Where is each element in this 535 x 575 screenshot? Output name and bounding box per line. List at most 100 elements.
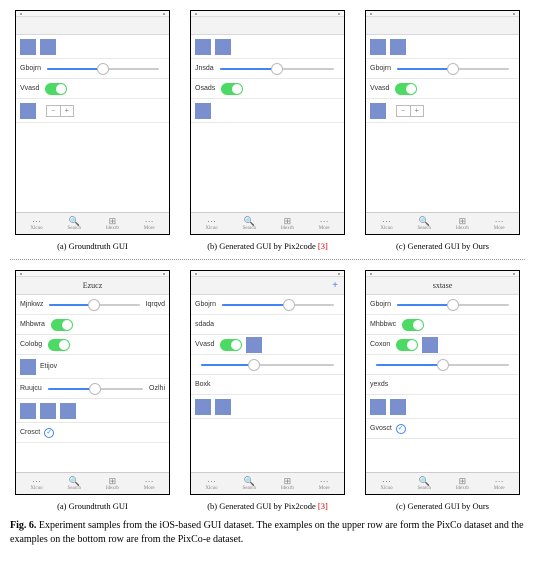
stepper[interactable]: −+ xyxy=(396,105,424,117)
tab-icon: ⊞ xyxy=(457,216,467,226)
tab-item[interactable]: ⊞Idexrb xyxy=(281,216,294,231)
slider[interactable] xyxy=(222,304,334,306)
row-label: Vvasd xyxy=(195,341,214,348)
tab-item[interactable]: ⊞Idexrb xyxy=(456,476,469,491)
row-label: Vvasd xyxy=(370,85,389,92)
tab-item[interactable]: 🔍Search xyxy=(242,476,256,491)
image-thumb xyxy=(390,39,406,55)
tab-item[interactable]: ⋯More xyxy=(144,476,155,491)
col-r1a: GbojrnVvasd−+ ⋯Xlcuo🔍Search⊞Idexrb⋯More … xyxy=(10,10,175,251)
tab-label: Search xyxy=(67,486,81,491)
tab-label: Idexrb xyxy=(281,486,294,491)
image-thumb xyxy=(422,337,438,353)
stepper-minus[interactable]: − xyxy=(397,106,411,116)
tab-bar: ⋯Xlcuo 🔍Search ⊞Idexrb ⋯More xyxy=(16,212,169,234)
toggle-switch[interactable] xyxy=(396,339,418,351)
figure-top-row: GbojrnVvasd−+ ⋯Xlcuo🔍Search⊞Idexrb⋯More … xyxy=(10,10,525,251)
image-thumb xyxy=(20,359,36,375)
tab-item[interactable]: ⋯More xyxy=(144,216,155,231)
tab-item[interactable]: 🔍Search xyxy=(417,216,431,231)
tab-item[interactable]: 🔍Search xyxy=(67,216,81,231)
row-label: Crosct xyxy=(20,429,40,436)
row-label-left: Ruujcu xyxy=(20,385,42,392)
slider[interactable] xyxy=(397,68,509,70)
tab-item[interactable]: ⊞Idexrb xyxy=(106,476,119,491)
image-thumb xyxy=(370,399,386,415)
slider[interactable] xyxy=(47,68,159,70)
toggle-switch[interactable] xyxy=(48,339,70,351)
tab-label: Search xyxy=(242,486,256,491)
slider[interactable] xyxy=(49,304,139,306)
tab-item[interactable]: ⋯Xlcuo xyxy=(30,476,42,491)
slider[interactable] xyxy=(201,364,334,366)
tab-label: Search xyxy=(242,226,256,231)
phone-body: GbojrnsdadaVvasdBoxk xyxy=(191,295,344,472)
nav-bar: Ezucz xyxy=(16,277,169,295)
toggle-switch[interactable] xyxy=(221,83,243,95)
col-r2c: sxtase GbojrnMhbbwcCoxonyexdsGvosct ⋯Xlc… xyxy=(360,270,525,511)
tab-icon: ⋯ xyxy=(382,476,392,486)
stepper-plus[interactable]: + xyxy=(61,106,74,116)
phone-r2b: + GbojrnsdadaVvasdBoxk ⋯Xlcuo 🔍Search ⊞Ide… xyxy=(190,270,345,495)
stepper-plus[interactable]: + xyxy=(411,106,424,116)
phone-body: MjnkwzIqrqvdMhbwraColobgEtijovRuujcuOzlh… xyxy=(16,295,169,472)
slider[interactable] xyxy=(397,304,509,306)
radio-check-icon[interactable] xyxy=(44,428,54,438)
image-thumb xyxy=(215,39,231,55)
tab-item[interactable]: 🔍Search xyxy=(67,476,81,491)
toggle-switch[interactable] xyxy=(51,319,73,331)
ui-row: Vvasd xyxy=(16,79,169,99)
tab-icon: 🔍 xyxy=(244,216,254,226)
image-thumb xyxy=(20,103,36,119)
tab-item[interactable]: 🔍Search xyxy=(242,216,256,231)
tab-bar: ⋯Xlcuo 🔍Search ⊞Idexrb ⋯More xyxy=(191,212,344,234)
row-label: Mhbbwc xyxy=(370,321,396,328)
toggle-switch[interactable] xyxy=(395,83,417,95)
slider[interactable] xyxy=(220,68,334,70)
tab-icon: ⋯ xyxy=(319,216,329,226)
stepper-minus[interactable]: − xyxy=(47,106,61,116)
tab-item[interactable]: ⋯Xlcuo xyxy=(30,216,42,231)
nav-title: sxtase xyxy=(433,281,453,290)
tab-bar: ⋯Xlcuo 🔍Search ⊞Idexrb ⋯More xyxy=(366,212,519,234)
tab-icon: ⋯ xyxy=(32,476,42,486)
tab-item[interactable]: ⋯Xlcuo xyxy=(205,216,217,231)
ui-row: −+ xyxy=(16,99,169,123)
slider[interactable] xyxy=(48,388,143,390)
tab-item[interactable]: ⋯More xyxy=(319,216,330,231)
image-thumb xyxy=(20,39,36,55)
nav-bar xyxy=(16,17,169,35)
row-label-right: Iqrqvd xyxy=(146,301,165,308)
tab-label: Search xyxy=(67,226,81,231)
tab-item[interactable]: ⋯Xlcuo xyxy=(380,476,392,491)
nav-bar: sxtase xyxy=(366,277,519,295)
tab-item[interactable]: ⋯More xyxy=(494,216,505,231)
tab-item[interactable]: ⊞Idexrb xyxy=(281,476,294,491)
toggle-switch[interactable] xyxy=(220,339,242,351)
toggle-switch[interactable] xyxy=(402,319,424,331)
tab-item[interactable]: 🔍Search xyxy=(417,476,431,491)
image-thumb xyxy=(390,399,406,415)
phone-body: GbojrnVvasd−+ xyxy=(16,35,169,212)
tab-item[interactable]: ⊞Idexrb xyxy=(106,216,119,231)
ui-row: Mhbwra xyxy=(16,315,169,335)
radio-check-icon[interactable] xyxy=(396,424,406,434)
phone-r1a: GbojrnVvasd−+ ⋯Xlcuo🔍Search⊞Idexrb⋯More xyxy=(15,10,170,235)
stepper[interactable]: −+ xyxy=(46,105,74,117)
row-label: Etijov xyxy=(40,363,57,370)
tab-item[interactable]: ⋯More xyxy=(319,476,330,491)
tab-item[interactable]: ⋯Xlcuo xyxy=(205,476,217,491)
tab-label: More xyxy=(144,486,155,491)
slider[interactable] xyxy=(376,364,509,366)
toggle-switch[interactable] xyxy=(45,83,67,95)
row-label-left: Mjnkwz xyxy=(20,301,43,308)
image-thumb xyxy=(246,337,262,353)
phone-body: GbojrnMhbbwcCoxonyexdsGvosct xyxy=(366,295,519,472)
tab-item[interactable]: ⋯More xyxy=(494,476,505,491)
tab-item[interactable]: ⊞Idexrb xyxy=(456,216,469,231)
tab-item[interactable]: ⋯Xlcuo xyxy=(380,216,392,231)
tab-label: Idexrb xyxy=(456,226,469,231)
tab-icon: ⋯ xyxy=(207,476,217,486)
nav-add-icon[interactable]: + xyxy=(332,280,338,291)
image-thumb xyxy=(195,103,211,119)
